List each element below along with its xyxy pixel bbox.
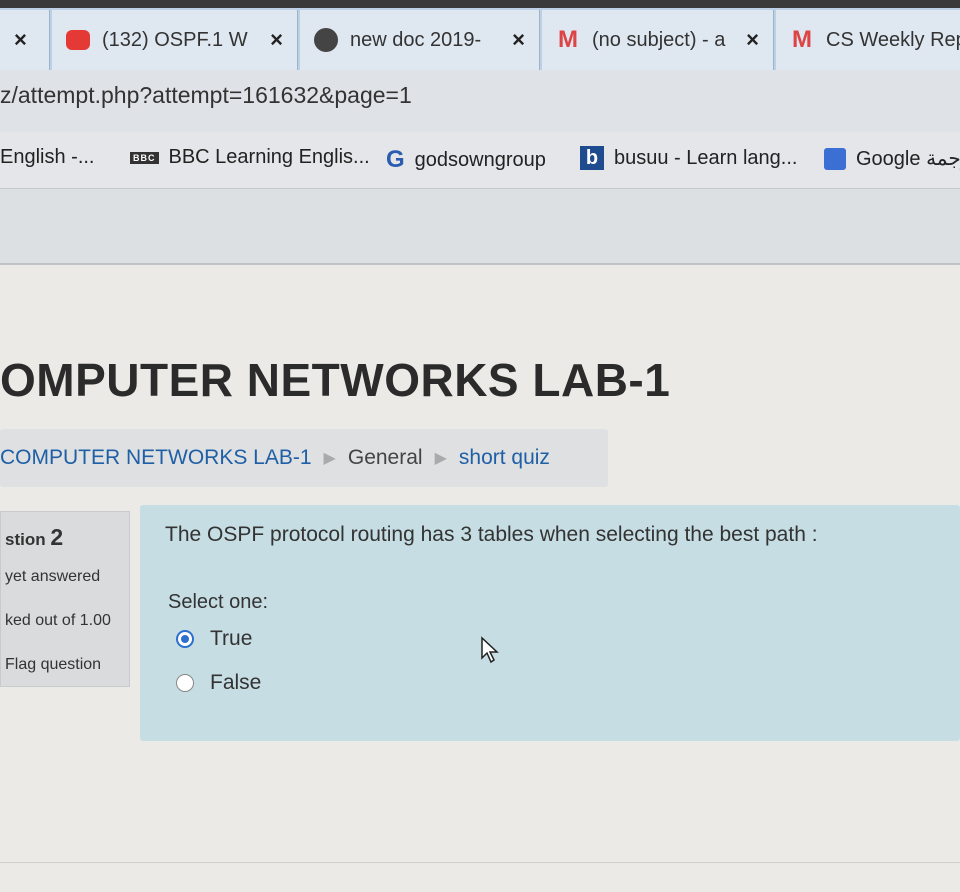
bookmark-label: godsowngroup [414, 148, 546, 171]
tab-title: (132) OSPF.1 W [102, 28, 248, 51]
answer-label: False [210, 671, 262, 694]
select-one-prompt: Select one: [168, 591, 269, 613]
breadcrumb-separator-icon: ▶ [323, 450, 336, 467]
question-box: The OSPF protocol routing has 3 tables w… [140, 505, 960, 741]
breadcrumb: COMPUTER NETWORKS LAB-1 ▶ General ▶ shor… [0, 429, 608, 487]
question-status: yet answered [5, 568, 101, 585]
google-translate-icon [824, 147, 846, 170]
tab-bar: × (132) OSPF.1 W × new doc 2019- × M (no… [0, 8, 960, 70]
address-bar[interactable]: z/attempt.php?attempt=161632&page=1 [0, 70, 960, 132]
youtube-icon [66, 29, 90, 51]
globe-icon [314, 28, 338, 52]
answer-label: True [210, 627, 253, 650]
divider [0, 862, 960, 863]
busuu-icon: b [580, 146, 604, 170]
tab-youtube-ospf[interactable]: (132) OSPF.1 W × [52, 10, 298, 70]
gmail-icon: M [558, 26, 578, 53]
question-info-panel: stion 2 yet answered ked out of 1.00 Fla… [0, 511, 130, 687]
breadcrumb-separator-icon: ▶ [434, 450, 447, 467]
breadcrumb-course[interactable]: COMPUTER NETWORKS LAB-1 [0, 446, 312, 470]
page-content: OMPUTER NETWORKS LAB-1 COMPUTER NETWORKS… [0, 265, 960, 892]
bookmark-label: English -... [0, 146, 95, 168]
close-icon[interactable]: × [14, 27, 27, 53]
answer-option-false[interactable]: False [176, 671, 261, 695]
breadcrumb-general[interactable]: General [348, 446, 423, 470]
question-label: stion [5, 530, 46, 549]
radio-true[interactable] [176, 630, 194, 648]
bookmark-busuu[interactable]: b busuu - Learn lang... [580, 146, 797, 170]
question-marks: ked out of 1.00 [5, 612, 111, 629]
mouse-cursor-icon [481, 636, 499, 664]
bookmark-godsowngroup[interactable]: G godsowngroup [386, 146, 546, 174]
close-icon[interactable]: × [746, 27, 759, 53]
tab-title: CS Weekly Rep [826, 28, 960, 51]
g-icon: G [386, 146, 405, 173]
bookmark-bbc[interactable]: BBC BBC Learning Englis... [130, 146, 370, 169]
bookmark-label: BBC Learning Englis... [168, 146, 370, 168]
tab-title: (no subject) - a [592, 28, 726, 51]
question-number-value: 2 [50, 524, 64, 550]
page-header-bar [0, 189, 960, 265]
tab-cs-weekly[interactable]: M CS Weekly Rep [776, 10, 960, 70]
close-icon[interactable]: × [512, 27, 525, 53]
bbc-icon: BBC [130, 151, 159, 164]
bookmark-label: Google ترجمة [856, 148, 960, 170]
question-text: The OSPF protocol routing has 3 tables w… [165, 523, 818, 546]
breadcrumb-short-quiz[interactable]: short quiz [459, 446, 550, 470]
answer-option-true[interactable]: True [176, 627, 252, 651]
bookmark-english[interactable]: English -... [0, 146, 94, 169]
radio-false[interactable] [176, 674, 194, 692]
question-number: stion 2 [5, 524, 63, 551]
url-text[interactable]: z/attempt.php?attempt=161632&page=1 [0, 82, 412, 109]
tab-partial[interactable]: × [0, 10, 50, 70]
close-icon[interactable]: × [270, 27, 283, 53]
flag-question-link[interactable]: Flag question [5, 656, 101, 674]
bookmark-google-translate[interactable]: Google ترجمة [824, 146, 960, 171]
tab-gmail-no-subject[interactable]: M (no subject) - a × [542, 10, 774, 70]
gmail-icon: M [792, 26, 812, 53]
tab-new-doc[interactable]: new doc 2019- × [300, 10, 540, 70]
bookmarks-bar: English -... BBC BBC Learning Englis... … [0, 132, 960, 189]
page-title: OMPUTER NETWORKS LAB-1 [0, 354, 671, 406]
bookmark-label: busuu - Learn lang... [614, 146, 798, 169]
tab-title: new doc 2019- [350, 28, 482, 51]
